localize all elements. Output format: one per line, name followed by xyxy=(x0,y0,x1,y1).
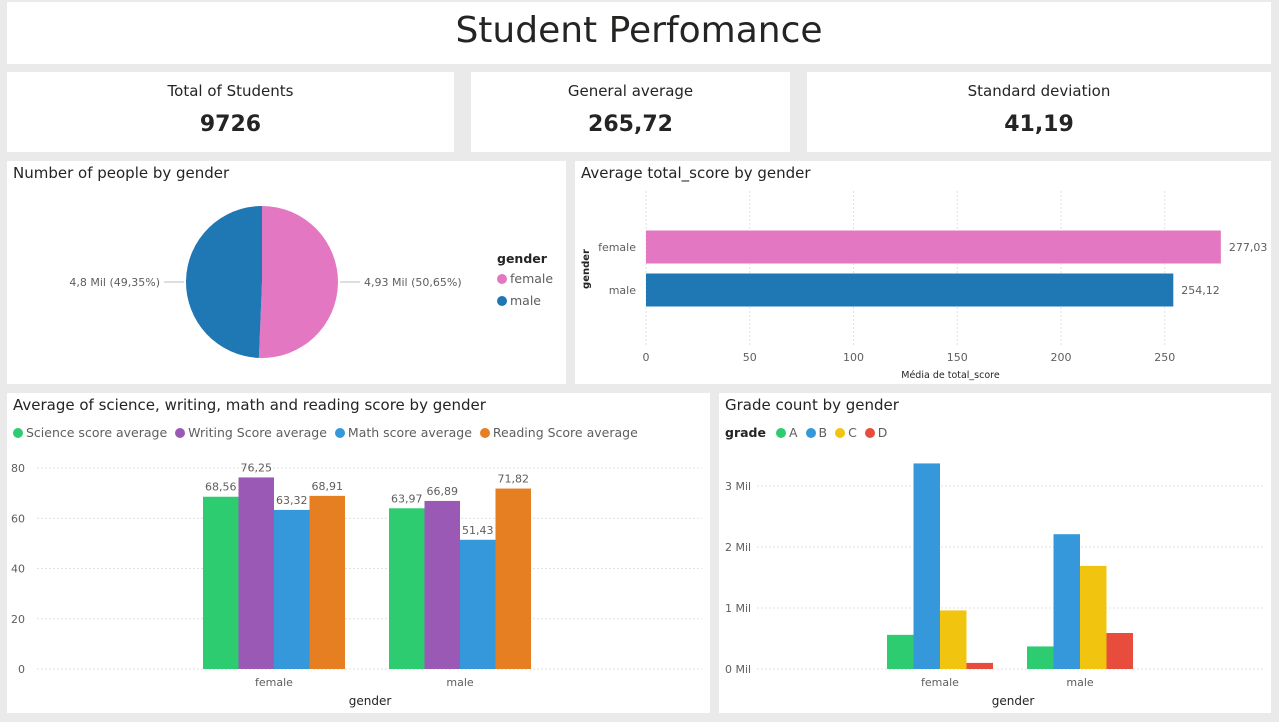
y-tick-label: 40 xyxy=(11,563,25,576)
x-tick-label: male xyxy=(1066,676,1094,689)
bar-male-3[interactable] xyxy=(495,488,532,669)
subject-chart-panel[interactable]: Average of science, writing, math and re… xyxy=(7,393,710,713)
kpi-card-standard-deviation[interactable]: Standard deviation 41,19 xyxy=(807,72,1271,152)
pie-chart[interactable]: 4,93 Mil (50,65%) 4,8 Mil (49,35%) xyxy=(7,161,566,384)
female-dot-icon xyxy=(497,274,507,284)
legend-title: gender xyxy=(497,251,547,266)
bar-male-1[interactable] xyxy=(424,500,461,669)
kpi-value: 9726 xyxy=(199,112,262,137)
y-tick-label: 0 Mil xyxy=(725,663,751,676)
y-tick-label: 2 Mil xyxy=(725,541,751,554)
x-tick-label: 200 xyxy=(1051,351,1072,364)
data-label: 63,32 xyxy=(276,494,308,507)
y-tick-label: 1 Mil xyxy=(725,602,751,615)
data-label: 277,03 xyxy=(1229,241,1268,254)
y-tick-label: 20 xyxy=(11,613,25,626)
hbar-chart-panel[interactable]: Average total_score by gender 0 50 100 150 2… xyxy=(575,161,1271,384)
bar-female-1[interactable] xyxy=(238,477,275,669)
page-title: Student Perfomance xyxy=(455,10,823,51)
x-tick-label: female xyxy=(255,676,293,689)
x-axis-title: gender xyxy=(349,694,392,708)
pie-slice-male[interactable] xyxy=(186,206,262,358)
pie-legend: gender female male xyxy=(497,251,553,308)
x-tick-label: 0 xyxy=(643,351,650,364)
kpi-value: 41,19 xyxy=(1004,112,1074,137)
bar-female-2[interactable] xyxy=(274,509,310,669)
x-tick-label: female xyxy=(921,676,959,689)
x-tick-label: male xyxy=(446,676,474,689)
bar-female-grade-A[interactable] xyxy=(887,634,914,669)
bar-male[interactable] xyxy=(646,273,1174,307)
bar-male-0[interactable] xyxy=(389,508,425,669)
kpi-label: General average xyxy=(567,82,694,100)
kpi-card-total-students[interactable]: Total of Students 9726 xyxy=(7,72,454,152)
x-tick-label: 50 xyxy=(743,351,757,364)
x-tick-label: 250 xyxy=(1154,351,1175,364)
y-tick-label: male xyxy=(609,284,637,297)
data-label: 68,91 xyxy=(312,480,344,493)
legend-item-female[interactable]: female xyxy=(497,271,553,286)
data-label: 76,25 xyxy=(241,461,273,474)
bar-female-grade-D[interactable] xyxy=(966,662,994,669)
x-axis-title: Média de total_score xyxy=(901,370,1000,381)
data-label: 66,89 xyxy=(427,485,459,498)
bar-male-grade-D[interactable] xyxy=(1106,633,1134,669)
title-card: Student Perfomance xyxy=(7,2,1271,64)
hbar-chart[interactable]: 0 50 100 150 200 250 Média de total_score gende… xyxy=(575,161,1271,384)
bar-female-3[interactable] xyxy=(309,495,346,669)
y-tick-label: female xyxy=(598,241,636,254)
bar-female-grade-C[interactable] xyxy=(940,610,967,669)
y-tick-label: 60 xyxy=(11,512,25,525)
x-tick-label: 100 xyxy=(843,351,864,364)
y-tick-label: 3 Mil xyxy=(725,480,751,493)
bar-female-grade-B[interactable] xyxy=(913,463,941,669)
subject-bar-chart[interactable]: 0 20 40 60 80 68,56 76,25 63,32 68,91 female 63,97… xyxy=(7,393,710,713)
legend-label: female xyxy=(510,271,554,286)
y-tick-label: 0 xyxy=(18,663,25,676)
data-label: 63,97 xyxy=(391,492,423,505)
y-axis-title: gender xyxy=(581,249,592,289)
kpi-label: Standard deviation xyxy=(967,82,1111,100)
bar-male-2[interactable] xyxy=(460,539,496,669)
legend-item-male[interactable]: male xyxy=(497,293,553,308)
bar-female[interactable] xyxy=(646,230,1221,264)
pie-data-label: 4,93 Mil (50,65%) xyxy=(364,276,462,289)
grade-bar-chart[interactable]: 0 Mil 1 Mil 2 Mil 3 Mil female male gender xyxy=(719,393,1271,713)
data-label: 254,12 xyxy=(1181,284,1220,297)
bar-female-0[interactable] xyxy=(203,496,239,669)
x-tick-label: 150 xyxy=(947,351,968,364)
kpi-value: 265,72 xyxy=(588,112,673,137)
data-label: 51,43 xyxy=(462,524,494,537)
x-axis-title: gender xyxy=(992,694,1035,708)
kpi-label: Total of Students xyxy=(167,82,294,100)
pie-data-label: 4,8 Mil (49,35%) xyxy=(69,276,160,289)
bar-male-grade-B[interactable] xyxy=(1053,534,1081,669)
bar-male-grade-A[interactable] xyxy=(1027,646,1054,669)
bar-male-grade-C[interactable] xyxy=(1080,565,1107,669)
male-dot-icon xyxy=(497,296,507,306)
pie-slice-female[interactable] xyxy=(258,206,339,358)
legend-label: male xyxy=(510,293,541,308)
grade-chart-panel[interactable]: Grade count by gender grade A B C D 0 Mi… xyxy=(719,393,1271,713)
pie-chart-panel[interactable]: Number of people by gender 4,93 Mil (50,… xyxy=(7,161,566,384)
kpi-card-general-average[interactable]: General average 265,72 xyxy=(471,72,790,152)
data-label: 71,82 xyxy=(498,473,530,486)
y-tick-label: 80 xyxy=(11,462,25,475)
data-label: 68,56 xyxy=(205,481,237,494)
